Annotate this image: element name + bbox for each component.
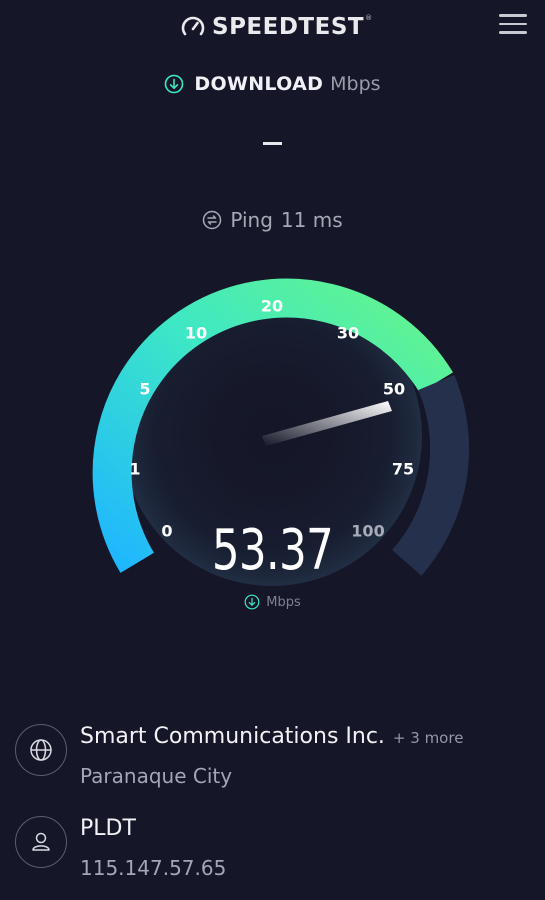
ping-value: 11 ms	[280, 208, 343, 232]
user-icon	[15, 816, 67, 868]
server-location: Paranaque City	[80, 764, 233, 788]
provider-ip: 115.147.57.65	[80, 856, 227, 880]
server-info[interactable]: Smart Communications Inc. + 3 more Parana…	[15, 724, 535, 794]
logo-trademark: ®	[365, 14, 373, 22]
download-arrow-icon	[165, 74, 184, 94]
gauge-tick-50: 50	[382, 379, 406, 399]
gauge-tick-30: 30	[336, 323, 360, 343]
download-result-placeholder	[263, 142, 282, 145]
speedometer-icon	[181, 16, 205, 36]
gauge-tick-20: 20	[260, 296, 284, 316]
globe-icon	[15, 724, 67, 776]
menu-button[interactable]	[499, 14, 527, 38]
download-arrow-small-icon	[244, 594, 260, 610]
speed-unit-row: Mbps	[0, 594, 545, 610]
gauge-tick-10: 10	[184, 323, 208, 343]
header: SPEEDTEST ®	[0, 0, 545, 54]
provider-name: PLDT	[80, 816, 136, 841]
gauge-tick-75: 75	[391, 459, 415, 479]
gauge-tick-1: 1	[129, 459, 141, 479]
speed-unit: Mbps	[266, 594, 301, 610]
server-name: Smart Communications Inc.	[80, 724, 385, 749]
speed-value: 53.37	[211, 518, 334, 583]
download-unit: Mbps	[330, 73, 381, 95]
menu-icon	[499, 14, 527, 17]
download-label: DOWNLOAD	[194, 73, 324, 95]
provider-info: PLDT 115.147.57.65	[15, 816, 535, 886]
logo-text: SPEEDTEST	[212, 14, 365, 40]
speedtest-logo: SPEEDTEST ®	[180, 12, 372, 42]
ping-row: Ping 11 ms	[0, 206, 545, 234]
server-name-line: Smart Communications Inc. + 3 more	[80, 724, 463, 749]
ping-label: Ping	[230, 208, 273, 232]
download-header: DOWNLOAD Mbps	[0, 70, 545, 98]
gauge-needle	[262, 401, 392, 446]
server-more-link[interactable]: + 3 more	[393, 729, 464, 747]
ping-icon	[203, 210, 222, 230]
gauge-tick-5: 5	[139, 379, 151, 399]
